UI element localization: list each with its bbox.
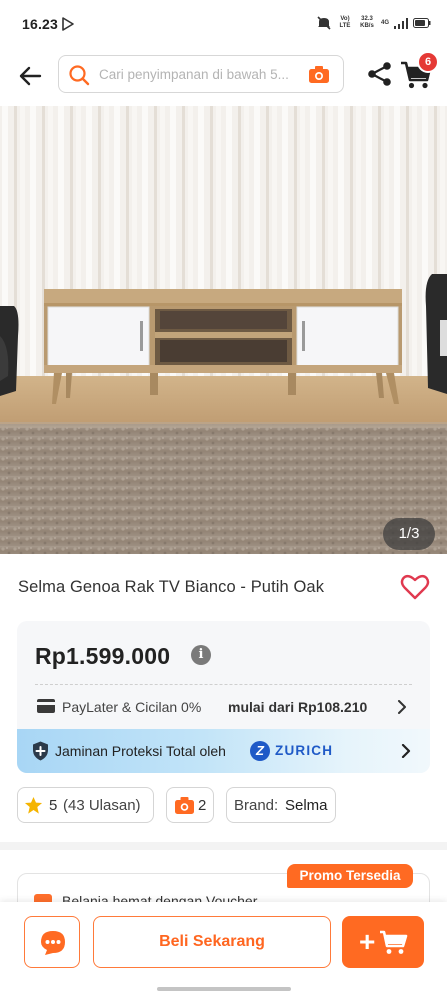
add-to-cart-icon: + [359, 927, 408, 957]
star-icon [24, 796, 43, 814]
signal-icon [394, 17, 408, 29]
brand-label: Brand: [234, 797, 279, 814]
image-counter: 1/3 [383, 518, 435, 550]
mute-icon [317, 16, 331, 30]
search-icon [69, 65, 90, 86]
cart-count-badge: 6 [417, 51, 439, 73]
photo-count: 2 [198, 797, 207, 814]
brand-value: Selma [285, 797, 328, 814]
shield-icon [33, 741, 48, 761]
rating-value: 5 [49, 797, 58, 814]
zurich-brand: ZURICH [275, 743, 334, 758]
chat-button[interactable] [24, 916, 80, 968]
top-app-bar: Cari penyimpanan di bawah 5... 6 [0, 50, 447, 104]
protection-label: Jaminan Proteksi Total oleh [55, 743, 226, 759]
buy-now-button[interactable]: Beli Sekarang [93, 916, 331, 968]
heart-icon[interactable] [400, 573, 430, 601]
add-to-cart-plus: + [359, 927, 375, 957]
price-card: Rp1.599.000 i PayLater & Cicilan 0% mula… [17, 621, 430, 773]
search-placeholder: Cari penyimpanan di bawah 5... [99, 67, 289, 82]
camera-icon[interactable] [309, 66, 329, 83]
back-arrow-icon [19, 66, 42, 86]
product-photo [0, 106, 447, 554]
card-icon [37, 699, 55, 713]
chat-icon [41, 931, 65, 955]
chevron-right-icon [398, 700, 406, 714]
brand-chip[interactable]: Brand: Selma [226, 787, 336, 823]
product-price: Rp1.599.000 [35, 643, 171, 669]
paylater-value: mulai dari Rp108.210 [228, 699, 368, 715]
bottom-action-bar: Beli Sekarang + [0, 902, 447, 1000]
share-icon[interactable] [365, 59, 395, 89]
promo-badge: Promo Tersedia [287, 864, 413, 888]
product-title: Selma Genoa Rak TV Bianco - Putih Oak [18, 578, 325, 596]
rating-chip[interactable]: 5 (43 Ulasan) [17, 787, 154, 823]
add-to-cart-button[interactable]: + [342, 916, 424, 968]
dashed-divider [35, 684, 412, 685]
info-icon[interactable]: i [191, 645, 211, 665]
rating-count: (43 Ulasan) [63, 797, 141, 814]
network-type: 4G [380, 19, 389, 26]
protection-banner[interactable]: Jaminan Proteksi Total oleh Z ZURICH [17, 729, 430, 773]
zurich-logo: Z [250, 741, 270, 761]
network-speed-value: 32.3 [361, 16, 373, 22]
network-label: Vo) LTE [339, 16, 351, 29]
status-indicators: Vo) LTE 32.3 KB/s 4G [316, 15, 431, 31]
paylater-label: PayLater & Cicilan 0% [62, 699, 202, 715]
product-image-carousel[interactable]: 1/3 [0, 106, 447, 554]
photo-icon [175, 797, 194, 814]
photo-review-chip[interactable]: 2 [166, 787, 214, 823]
chevron-right-icon [401, 744, 411, 758]
status-bar: 16.23 Vo) LTE 32.3 KB/s 4G [0, 0, 447, 50]
battery-icon [413, 18, 431, 28]
back-button[interactable] [14, 62, 46, 90]
home-indicator [157, 987, 291, 991]
section-divider [0, 842, 447, 850]
play-store-icon [62, 17, 74, 31]
network-speed: 32.3 KB/s [358, 16, 376, 30]
network-speed-unit: KB/s [360, 23, 374, 29]
status-time: 16.23 [22, 16, 59, 32]
paylater-row[interactable]: PayLater & Cicilan 0% mulai dari Rp108.2… [17, 691, 430, 723]
search-input[interactable]: Cari penyimpanan di bawah 5... [58, 55, 344, 93]
